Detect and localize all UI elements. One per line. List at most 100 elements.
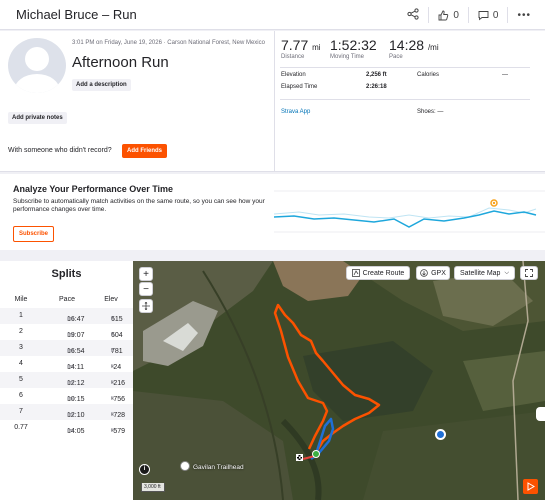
divider xyxy=(280,99,530,100)
split-elev-unit: ft xyxy=(111,396,114,402)
device-link[interactable]: Strava App xyxy=(281,109,310,115)
split-row[interactable]: 5 12:12 /mi -216 ft xyxy=(0,372,133,388)
add-private-notes-button[interactable]: Add private notes xyxy=(8,112,67,124)
elevation-value: 2,256 ft xyxy=(366,72,387,78)
more-options-icon[interactable]: ••• xyxy=(517,10,531,21)
moving-time-value: 1:52:32 xyxy=(330,37,377,53)
divider xyxy=(274,31,275,172)
divider xyxy=(467,7,469,23)
moving-time-label: Moving Time xyxy=(330,54,365,60)
with-someone-text: With someone who didn't record? xyxy=(8,147,112,154)
column-header-elev: Elev xyxy=(104,296,118,303)
split-elev-unit: ft xyxy=(111,380,114,386)
zoom-in-button[interactable]: + xyxy=(139,267,153,281)
activity-summary: 3:01 PM on Friday, June 19, 2026 · Carso… xyxy=(0,31,545,172)
divider xyxy=(507,7,509,23)
pace-unit: /mi xyxy=(427,43,439,52)
create-route-button[interactable]: Create Route xyxy=(346,266,410,280)
trailhead-label: Gavilan Trailhead xyxy=(193,464,244,471)
map-type-select[interactable]: Satellite Map ⌵ xyxy=(454,266,515,280)
split-mile: 3 xyxy=(19,344,23,351)
video-play-icon[interactable] xyxy=(523,479,538,494)
avatar-head xyxy=(25,47,49,71)
analyze-title: Analyze Your Performance Over Time xyxy=(13,184,174,194)
pace-value: 14:28 xyxy=(389,37,425,53)
split-mile: 2 xyxy=(19,328,23,335)
header-actions: 0 0 ••• xyxy=(407,7,531,23)
split-mile: 1 xyxy=(19,312,23,319)
subscribe-button[interactable]: Subscribe xyxy=(13,226,55,242)
split-row[interactable]: 3 16:54 /mi 781 ft xyxy=(0,340,133,356)
trailhead-pin-icon[interactable] xyxy=(180,461,190,471)
divider xyxy=(280,67,530,68)
split-row[interactable]: 7 12:10 /mi -728 ft xyxy=(0,404,133,420)
split-mile: 7 xyxy=(19,408,23,415)
share-icon[interactable] xyxy=(407,7,419,23)
split-row[interactable]: 4 14:11 /mi -24 ft xyxy=(0,356,133,372)
expand-icon xyxy=(525,269,533,277)
split-row[interactable]: 0.77 14:05 /mi -579 ft xyxy=(0,420,133,436)
stat-value: 7.77 mi xyxy=(281,37,321,53)
route-map[interactable]: + − Create Route GPX Satellite Map ⌵ i G… xyxy=(133,261,545,500)
comment-icon xyxy=(478,10,489,20)
stat-value: 14:28 /mi xyxy=(389,37,439,53)
split-row[interactable]: 6 10:15 /mi -756 ft xyxy=(0,388,133,404)
map-info-icon[interactable]: i xyxy=(139,464,150,475)
split-pace-unit: /mi xyxy=(67,396,74,402)
split-pace-unit: /mi xyxy=(67,348,74,354)
start-marker[interactable] xyxy=(312,450,320,458)
calories-value: — xyxy=(502,72,508,78)
split-pace-unit: /mi xyxy=(67,364,74,370)
thumbs-up-icon xyxy=(438,10,449,20)
side-marker-icon[interactable] xyxy=(536,407,545,421)
download-icon xyxy=(420,269,428,277)
route-icon xyxy=(351,269,360,277)
elevation-label: Elevation xyxy=(281,72,306,78)
create-route-label: Create Route xyxy=(362,269,405,277)
stat-moving-time: 1:52:32 Moving Time xyxy=(330,37,377,60)
map-fullscreen-arrows-button[interactable] xyxy=(139,299,153,313)
split-mile: 5 xyxy=(19,376,23,383)
performance-trend-graphic xyxy=(274,190,545,233)
split-row[interactable]: 1 16:47 /mi 615 ft xyxy=(0,308,133,324)
split-pace-unit: /mi xyxy=(67,316,74,322)
split-elev-unit: ft xyxy=(111,332,114,338)
page-title: Michael Bruce – Run xyxy=(16,7,137,22)
add-description-button[interactable]: Add a description xyxy=(72,79,131,91)
split-elev-unit: ft xyxy=(111,316,114,322)
fullscreen-button[interactable] xyxy=(520,266,538,280)
elapsed-time-label: Elapsed Time xyxy=(281,84,318,90)
trend-highlight-dot xyxy=(492,201,496,205)
divider xyxy=(428,7,430,23)
split-pace-unit: /mi xyxy=(67,380,74,386)
zoom-out-button[interactable]: − xyxy=(139,282,153,296)
comments-count: 0 xyxy=(492,9,499,21)
splits-title: Splits xyxy=(51,268,82,280)
split-pace-unit: /mi xyxy=(67,428,74,434)
avatar[interactable] xyxy=(8,38,66,93)
kudos-button[interactable]: 0 xyxy=(438,10,459,21)
stat-pace: 14:28 /mi Pace xyxy=(389,37,439,60)
trend-line xyxy=(274,210,537,228)
analyze-description: Subscribe to automatically match activit… xyxy=(13,198,265,213)
split-pace-unit: /mi xyxy=(67,412,74,418)
finish-marker-icon[interactable] xyxy=(296,454,303,461)
split-mile: 0.77 xyxy=(14,424,28,431)
pace-label: Pace xyxy=(389,54,403,60)
splits-header-row: Mile Pace Elev xyxy=(0,292,133,308)
map-scale-bar: 3,000 ft xyxy=(141,483,165,492)
add-friends-button[interactable]: Add Friends xyxy=(122,144,168,158)
gpx-button[interactable]: GPX xyxy=(416,266,450,280)
column-header-pace: Pace xyxy=(59,296,75,303)
photo-marker-icon[interactable] xyxy=(435,429,446,440)
elapsed-time-value: 2:26:18 xyxy=(366,84,387,90)
split-row[interactable]: 2 19:07 /mi 604 ft xyxy=(0,324,133,340)
split-elev-unit: ft xyxy=(111,428,114,434)
analyze-performance-panel: Analyze Your Performance Over Time Subsc… xyxy=(0,174,545,250)
kudos-count: 0 xyxy=(453,9,459,21)
page-header: Michael Bruce – Run 0 0 ••• xyxy=(0,0,545,30)
map-type-label: Satellite Map xyxy=(459,269,501,277)
shoes-label-text: Shoes: xyxy=(417,109,436,115)
split-elev-unit: ft xyxy=(111,348,114,354)
comments-button[interactable]: 0 xyxy=(478,9,499,21)
